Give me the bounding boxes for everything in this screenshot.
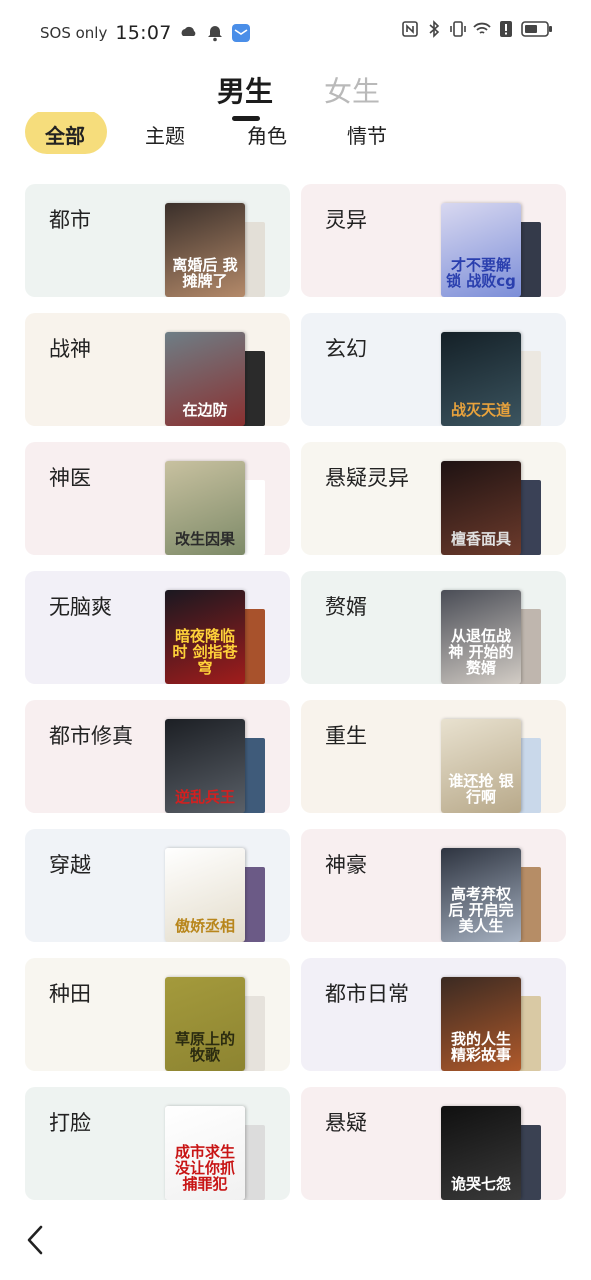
category-card[interactable]: 神豪高考弃权后 开启完美人生 (301, 829, 566, 942)
book-cover-title: 才不要解锁 战败cg (446, 256, 516, 290)
book-cover-title: 离婚后 我摊牌了 (172, 256, 238, 290)
book-cover: 暗夜降临时 剑指苍穹 (165, 590, 245, 684)
bell-icon (207, 26, 222, 42)
book-cover: 草原上的牧歌 (165, 977, 245, 1071)
book-cover-title: 傲娇丞相 (174, 917, 235, 935)
category-label: 悬疑灵异 (325, 466, 409, 490)
category-card[interactable]: 无脑爽暗夜降临时 剑指苍穹 (25, 571, 290, 684)
filter-all[interactable]: 全部 (45, 120, 85, 149)
nfc-icon (402, 21, 418, 37)
book-cover: 离婚后 我摊牌了 (165, 203, 245, 297)
back-arrow-icon[interactable] (18, 1222, 54, 1258)
book-cover: 谁还抢 银行啊 (441, 719, 521, 813)
book-cover: 我的人生 精彩故事 (441, 977, 521, 1071)
book-cover-title: 逆乱兵王 (174, 788, 235, 806)
category-label: 神豪 (325, 853, 367, 877)
book-cover: 高考弃权后 开启完美人生 (441, 848, 521, 942)
category-label: 重生 (325, 724, 367, 748)
book-cover-title: 成市求生 没让你抓捕罪犯 (174, 1143, 235, 1193)
category-card[interactable]: 种田草原上的牧歌 (25, 958, 290, 1071)
category-label: 战神 (49, 337, 91, 361)
book-cover: 成市求生 没让你抓捕罪犯 (165, 1106, 245, 1200)
category-label: 无脑爽 (49, 595, 112, 619)
book-cover-title: 草原上的牧歌 (174, 1030, 235, 1064)
vibrate-icon (450, 21, 466, 37)
category-label: 都市 (49, 208, 91, 232)
category-label: 神医 (49, 466, 91, 490)
category-card[interactable]: 赘婿从退伍战神 开始的赘婿 (301, 571, 566, 684)
book-cover-title: 战灭天道 (450, 401, 511, 419)
book-cover-title: 在边防 (182, 401, 228, 419)
filter-theme[interactable]: 主题 (145, 120, 185, 149)
category-grid: 都市 离婚后 我摊牌了 灵异 才不要解锁 战败cg 战神 在边防 玄幻 战灭天道 神医 改生因果悬… (25, 184, 566, 1204)
wifi-icon (473, 22, 491, 34)
category-card[interactable]: 灵异才不要解锁 战败cg (301, 184, 566, 297)
category-card[interactable]: 都市修真逆乱兵王 (25, 700, 290, 813)
book-cover-title: 暗夜降临时 剑指苍穹 (172, 627, 238, 677)
category-card[interactable]: 玄幻战灭天道 (301, 313, 566, 426)
category-label: 灵异 (325, 208, 367, 232)
alert-icon (500, 21, 512, 37)
category-card[interactable]: 穿越傲娇丞相 (25, 829, 290, 942)
category-card[interactable]: 打脸成市求生 没让你抓捕罪犯 (25, 1087, 290, 1200)
book-cover: 逆乱兵王 (165, 719, 245, 813)
book-cover-title: 从退伍战神 开始的赘婿 (448, 627, 514, 677)
book-cover: 诡哭七怨 (441, 1106, 521, 1200)
mail-app-icon (231, 24, 250, 42)
carrier-label: SOS only (40, 24, 108, 42)
bottom-bar (0, 1200, 591, 1280)
category-card[interactable]: 都市离婚后 我摊牌了 (25, 184, 290, 297)
book-cover-title: 我的人生 精彩故事 (450, 1030, 511, 1064)
book-cover-title: 谁还抢 银行啊 (448, 772, 514, 806)
book-cover: 在边防 (165, 332, 245, 426)
category-card[interactable]: 神医改生因果 (25, 442, 290, 555)
status-bar: SOS only 15:07 (0, 0, 591, 66)
book-cover: 傲娇丞相 (165, 848, 245, 942)
filter-plot[interactable]: 情节 (347, 120, 387, 149)
category-card[interactable]: 战神在边防 (25, 313, 290, 426)
category-card[interactable]: 都市日常我的人生 精彩故事 (301, 958, 566, 1071)
book-cover: 从退伍战神 开始的赘婿 (441, 590, 521, 684)
category-label: 玄幻 (325, 337, 367, 361)
book-cover-title: 檀香面具 (450, 530, 511, 548)
bluetooth-icon (429, 20, 440, 38)
book-cover: 檀香面具 (441, 461, 521, 555)
category-label: 种田 (49, 982, 91, 1006)
book-cover: 才不要解锁 战败cg (441, 203, 521, 297)
book-cover-title: 改生因果 (174, 530, 235, 548)
cloud-app-icon (181, 26, 195, 36)
category-label: 都市修真 (49, 724, 133, 748)
book-cover-title: 高考弃权后 开启完美人生 (448, 885, 514, 935)
book-cover-title: 诡哭七怨 (450, 1175, 511, 1193)
battery-icon (521, 21, 552, 37)
category-card[interactable]: 悬疑灵异檀香面具 (301, 442, 566, 555)
book-cover: 改生因果 (165, 461, 245, 555)
category-label: 穿越 (49, 853, 91, 877)
tab-female[interactable]: 女生 (324, 70, 380, 110)
filter-tabs: 全部 主题 角色 情节 (0, 112, 591, 158)
category-card[interactable]: 悬疑诡哭七怨 (301, 1087, 566, 1200)
category-card[interactable]: 重生谁还抢 银行啊 (301, 700, 566, 813)
filter-role[interactable]: 角色 (247, 120, 287, 149)
category-label: 悬疑 (325, 1111, 367, 1135)
clock: 15:07 (115, 22, 172, 44)
tab-male[interactable]: 男生 (217, 70, 273, 110)
category-label: 打脸 (49, 1111, 91, 1135)
category-label: 赘婿 (325, 595, 367, 619)
book-cover: 战灭天道 (441, 332, 521, 426)
category-label: 都市日常 (325, 982, 409, 1006)
